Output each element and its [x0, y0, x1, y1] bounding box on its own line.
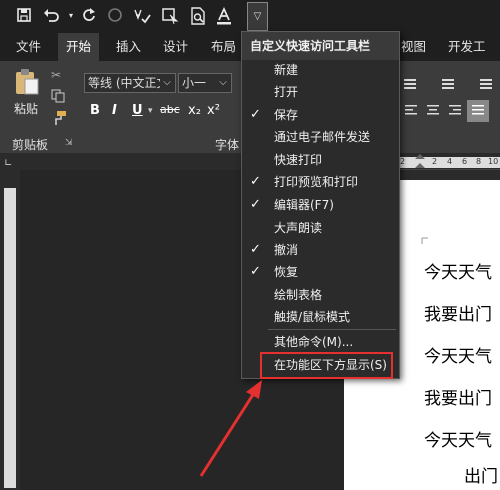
annotation-arrow	[199, 380, 262, 477]
